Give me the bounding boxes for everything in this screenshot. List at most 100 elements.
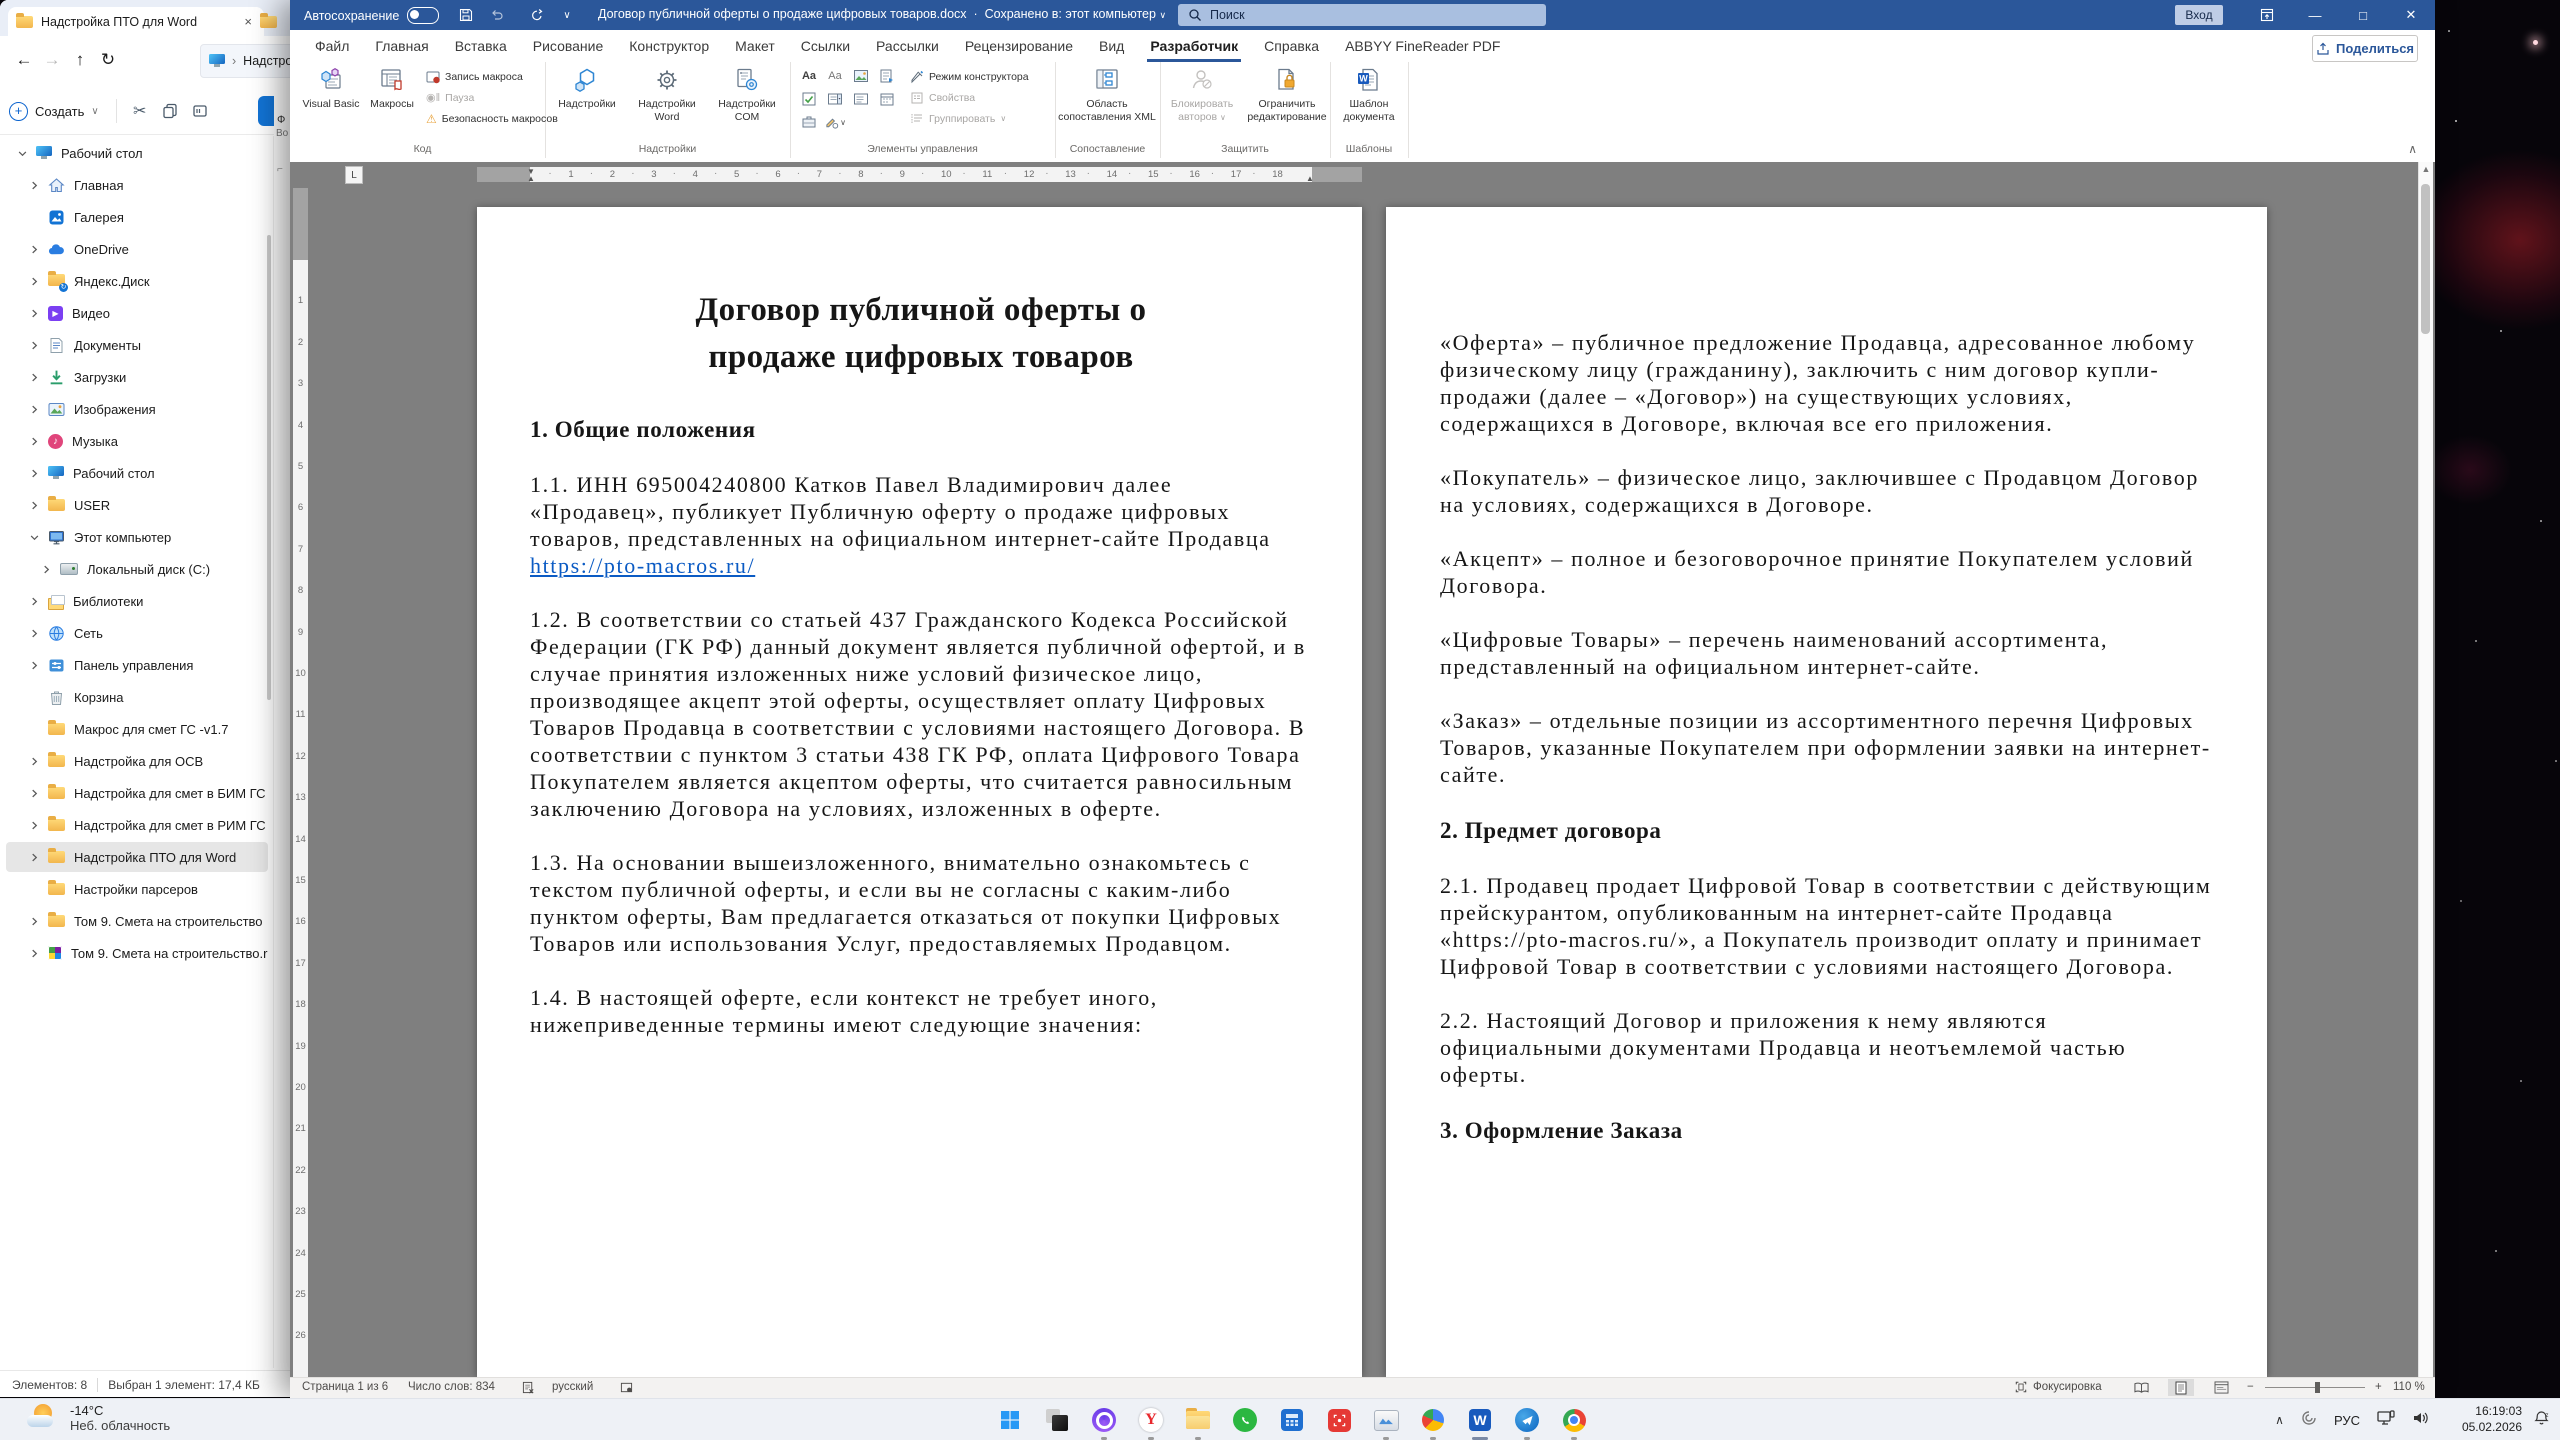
document-template-button[interactable]: W Шаблон документа <box>1333 65 1405 137</box>
whatsapp-taskbar-icon[interactable] <box>1229 1404 1261 1436</box>
diagram-taskbar-icon[interactable] <box>1417 1404 1449 1440</box>
network-icon[interactable] <box>2377 1409 2395 1431</box>
chevron-right-icon[interactable] <box>38 565 54 574</box>
chevron-right-icon[interactable] <box>26 245 42 254</box>
forward-button[interactable]: → <box>38 46 66 74</box>
back-button[interactable]: ← <box>10 46 38 74</box>
create-button[interactable]: + Создать ∨ <box>0 97 108 126</box>
tab-рисование[interactable]: Рисование <box>520 30 617 62</box>
restrict-editing-button[interactable]: Ограничить редактирование <box>1246 65 1328 137</box>
tab-главная[interactable]: Главная <box>362 30 441 62</box>
language-switch[interactable]: РУС <box>2334 1413 2360 1428</box>
scrollbar-thumb[interactable] <box>2421 184 2430 334</box>
undo-icon[interactable] <box>486 5 508 25</box>
tree-item-сеть[interactable]: Сеть <box>6 618 268 648</box>
chevron-right-icon[interactable] <box>26 789 42 798</box>
tab-макет[interactable]: Макет <box>722 30 788 62</box>
tree-item-этот-компьютер[interactable]: Этот компьютер <box>6 522 268 552</box>
visual-basic-button[interactable]: Visual Basic <box>302 65 360 137</box>
right-indent-marker[interactable]: ▲ <box>1306 174 1314 183</box>
copy-button[interactable] <box>155 96 185 126</box>
messenger-taskbar-icon[interactable] <box>1511 1404 1543 1440</box>
refresh-button[interactable]: ↻ <box>94 46 122 74</box>
explorer-active-tab[interactable]: Надстройка ПТО для Word × <box>8 7 264 36</box>
word-count[interactable]: Число слов: 834 <box>408 1381 495 1393</box>
explorer-taskbar-icon[interactable] <box>1182 1404 1214 1440</box>
tree-item-панель-управления[interactable]: Панель управления <box>6 650 268 680</box>
yandex-taskbar-icon[interactable]: Y <box>1135 1404 1167 1440</box>
record-macro-button[interactable]: Запись макроса <box>426 66 544 87</box>
zoom-in-button[interactable]: + <box>2375 1381 2382 1393</box>
document-page-2[interactable]: «Оферта» – публичное предложение Продавц… <box>1386 207 2267 1377</box>
chevron-right-icon[interactable] <box>26 501 42 510</box>
darkapp-taskbar-icon[interactable] <box>1041 1404 1073 1436</box>
zoom-out-button[interactable]: − <box>2247 1381 2254 1393</box>
rich-text-control-button[interactable]: Aa <box>798 66 820 86</box>
document-scrollbar[interactable]: ▲ <box>2418 162 2433 1377</box>
zoom-slider-thumb[interactable] <box>2315 1382 2320 1393</box>
macro-security-button[interactable]: ⚠ Безопасность макросов <box>426 108 558 129</box>
tab-конструктор[interactable]: Конструктор <box>616 30 722 62</box>
chevron-right-icon[interactable] <box>26 373 42 382</box>
maximize-button[interactable]: □ <box>2341 0 2385 30</box>
picture-control-button[interactable] <box>850 66 872 86</box>
tray-chevron-up-icon[interactable]: ∧ <box>2275 1413 2284 1427</box>
zoom-level[interactable]: 110 % <box>2393 1381 2425 1393</box>
share-button[interactable]: Поделиться <box>2312 35 2418 62</box>
chevron-right-icon[interactable] <box>26 309 42 318</box>
pause-recording-button[interactable]: ◉‖ Пауза <box>426 87 544 108</box>
tree-item-изображения[interactable]: Изображения <box>6 394 268 424</box>
horizontal-ruler[interactable]: ▼ ▲ ▲ 1 · 2 · 3 · 4 · 5 · 6 · 7 · 8 · 9 · 10 · 11 · 12 · 13 · 14 · 1… <box>477 167 1362 183</box>
tray-app-icon[interactable] <box>2301 1410 2317 1431</box>
tree-item-том-9-смета-на-строительство[interactable]: Том 9. Смета на строительство <box>6 906 268 936</box>
minimize-button[interactable]: — <box>2293 0 2337 30</box>
tree-item-том-9-смета-на-строительство-rar[interactable]: Том 9. Смета на строительство.rar <box>6 938 268 968</box>
hyperlink[interactable]: https://pto-macros.ru/ <box>530 553 755 578</box>
date-picker-control-button[interactable] <box>876 89 898 109</box>
tree-item-user[interactable]: USER <box>6 490 268 520</box>
tab-stop-selector[interactable]: L <box>345 166 363 184</box>
weather-widget[interactable]: -14°C Неб. облачность <box>26 1403 170 1433</box>
document-page-1[interactable]: Договор публичной оферты о продаже цифро… <box>477 207 1362 1377</box>
chevron-right-icon[interactable] <box>26 917 42 926</box>
word-addins-button[interactable]: Надстройки Word <box>629 65 705 137</box>
rename-button[interactable] <box>185 96 215 126</box>
tree-scrollbar[interactable] <box>267 235 271 700</box>
building-block-control-button[interactable] <box>876 66 898 86</box>
tree-item-onedrive[interactable]: OneDrive <box>6 234 268 264</box>
up-button[interactable]: ↑ <box>66 46 94 74</box>
dropdown-list-control-button[interactable] <box>850 89 872 109</box>
tree-item-корзина[interactable]: Корзина <box>6 682 268 712</box>
tab-разработчик[interactable]: Разработчик <box>1137 30 1251 62</box>
clock[interactable]: 16:19:03 05.02.2026 <box>2462 1403 2522 1435</box>
tree-item-локальный-диск-c-[interactable]: Локальный диск (C:) <box>6 554 268 584</box>
tab-вид[interactable]: Вид <box>1086 30 1137 62</box>
tree-item-документы[interactable]: Документы <box>6 330 268 360</box>
collapse-ribbon-icon[interactable]: ∧ <box>2408 142 2417 156</box>
checkbox-control-button[interactable] <box>798 89 820 109</box>
save-icon[interactable] <box>455 5 477 25</box>
tree-item-рабочий-стол[interactable]: Рабочий стол <box>6 138 268 168</box>
cut-button[interactable]: ✂ <box>125 96 155 126</box>
tab-рассылки[interactable]: Рассылки <box>863 30 952 62</box>
chevron-right-icon[interactable] <box>26 757 42 766</box>
tree-item-надстройка-для-осв[interactable]: Надстройка для ОСВ <box>6 746 268 776</box>
chrome-taskbar-icon[interactable] <box>1558 1404 1590 1440</box>
search-box[interactable]: Поиск <box>1178 4 1546 26</box>
start-taskbar-icon[interactable] <box>994 1404 1026 1436</box>
page-indicator[interactable]: Страница 1 из 6 <box>302 1381 388 1393</box>
chevron-right-icon[interactable] <box>26 405 42 414</box>
tree-item-яндекс-диск[interactable]: ↻ Яндекс.Диск <box>6 266 268 296</box>
chevron-right-icon[interactable] <box>26 469 42 478</box>
tree-item-галерея[interactable]: Галерея <box>6 202 268 232</box>
saved-status[interactable]: Сохранено в: этот компьютер <box>985 7 1156 21</box>
block-authors-button[interactable]: Блокировать авторов ∨ <box>1162 65 1242 137</box>
plain-text-control-button[interactable]: Aa <box>824 66 846 86</box>
chevron-right-icon[interactable] <box>26 597 42 606</box>
redo-icon[interactable] <box>526 5 548 25</box>
chevron-right-icon[interactable] <box>26 277 42 286</box>
focus-mode-button[interactable]: Фокусировка <box>2015 1381 2102 1393</box>
autosave-toggle[interactable] <box>407 7 440 24</box>
address-bar[interactable]: › Надстройка ПТО для Word <box>200 44 292 78</box>
tab-abbyy-finereader-pdf[interactable]: ABBYY FineReader PDF <box>1332 30 1513 62</box>
